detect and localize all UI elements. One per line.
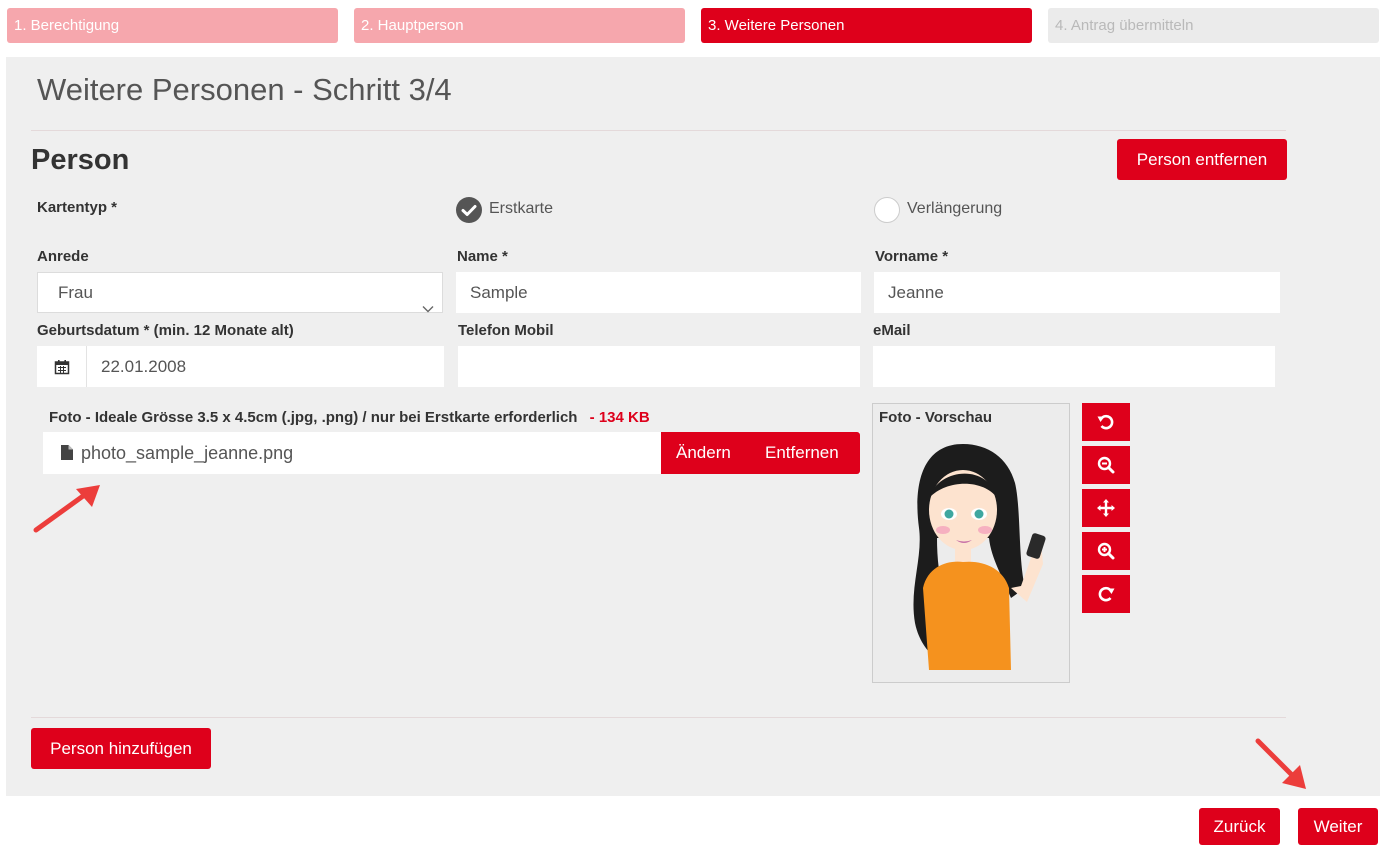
radio-erstkarte[interactable]: Erstkarte — [456, 197, 596, 225]
name-input[interactable]: Sample — [456, 272, 861, 313]
foto-filename: photo_sample_jeanne.png — [81, 443, 294, 463]
kartentyp-label: Kartentyp * — [37, 199, 118, 216]
back-button[interactable]: Zurück — [1199, 808, 1280, 845]
name-label: Name * — [457, 248, 508, 265]
preview-label: Foto - Vorschau — [879, 409, 993, 426]
zoom-in-icon[interactable] — [1082, 532, 1130, 570]
zoom-out-icon[interactable] — [1082, 446, 1130, 484]
anrede-select[interactable]: Frau — [37, 272, 443, 313]
foto-label: Foto - Ideale Grösse 3.5 x 4.5cm (.jpg, … — [49, 409, 650, 426]
calendar-icon[interactable] — [37, 346, 87, 387]
portrait-image — [913, 444, 1046, 670]
step-weitere-personen[interactable]: 3. Weitere Personen — [701, 8, 1032, 43]
foto-label-text: Foto - Ideale Grösse 3.5 x 4.5cm (.jpg, … — [49, 409, 578, 426]
foto-size: - 134 KB — [589, 409, 650, 426]
foto-file-input[interactable]: photo_sample_jeanne.png Ändern Entfernen — [43, 432, 860, 474]
file-icon — [61, 445, 73, 460]
remove-person-button[interactable]: Person entfernen — [1117, 139, 1287, 180]
email-label: eMail — [873, 322, 911, 339]
foto-button-group: Ändern Entfernen — [661, 432, 860, 474]
step-berechtigung[interactable]: 1. Berechtigung — [7, 8, 338, 43]
checkmark-icon — [456, 197, 482, 223]
vorname-value: Jeanne — [888, 283, 944, 302]
rotate-left-icon[interactable] — [1082, 403, 1130, 441]
telefon-input[interactable] — [458, 346, 860, 387]
section-title: Person — [31, 144, 130, 176]
arrow-annotation-icon — [1250, 733, 1312, 795]
verlaengerung-label: Verlängerung — [907, 200, 1003, 217]
anrede-value: Frau — [58, 283, 93, 302]
geburtsdatum-input[interactable]: 22.01.2008 — [37, 346, 444, 387]
step-antrag-uebermitteln: 4. Antrag übermitteln — [1048, 8, 1379, 43]
telefon-label: Telefon Mobil — [458, 322, 554, 339]
change-photo-button[interactable]: Ändern — [676, 432, 731, 474]
radio-verlaengerung[interactable]: Verlängerung — [874, 197, 1034, 225]
arrow-annotation-icon — [30, 482, 106, 536]
page-title: Weitere Personen - Schritt 3/4 — [37, 72, 452, 107]
remove-photo-button[interactable]: Entfernen — [765, 432, 839, 474]
add-person-button[interactable]: Person hinzufügen — [31, 728, 211, 769]
step-hauptperson[interactable]: 2. Hauptperson — [354, 8, 685, 43]
move-icon[interactable] — [1082, 489, 1130, 527]
vorname-label: Vorname * — [875, 248, 949, 265]
email-input[interactable] — [873, 346, 1275, 387]
bottom-divider — [31, 717, 1286, 718]
name-value: Sample — [470, 283, 528, 302]
vorname-input[interactable]: Jeanne — [874, 272, 1280, 313]
next-button[interactable]: Weiter — [1298, 808, 1378, 845]
geburtsdatum-value: 22.01.2008 — [101, 357, 187, 376]
geburtsdatum-label: Geburtsdatum * (min. 12 Monate alt) — [37, 322, 294, 339]
erstkarte-label: Erstkarte — [489, 200, 554, 217]
anrede-label: Anrede — [37, 248, 89, 265]
title-divider — [31, 130, 1286, 131]
photo-preview: Foto - Vorschau — [872, 403, 1070, 683]
chevron-down-icon — [422, 288, 434, 313]
rotate-right-icon[interactable] — [1082, 575, 1130, 613]
radio-empty-icon — [874, 197, 900, 223]
